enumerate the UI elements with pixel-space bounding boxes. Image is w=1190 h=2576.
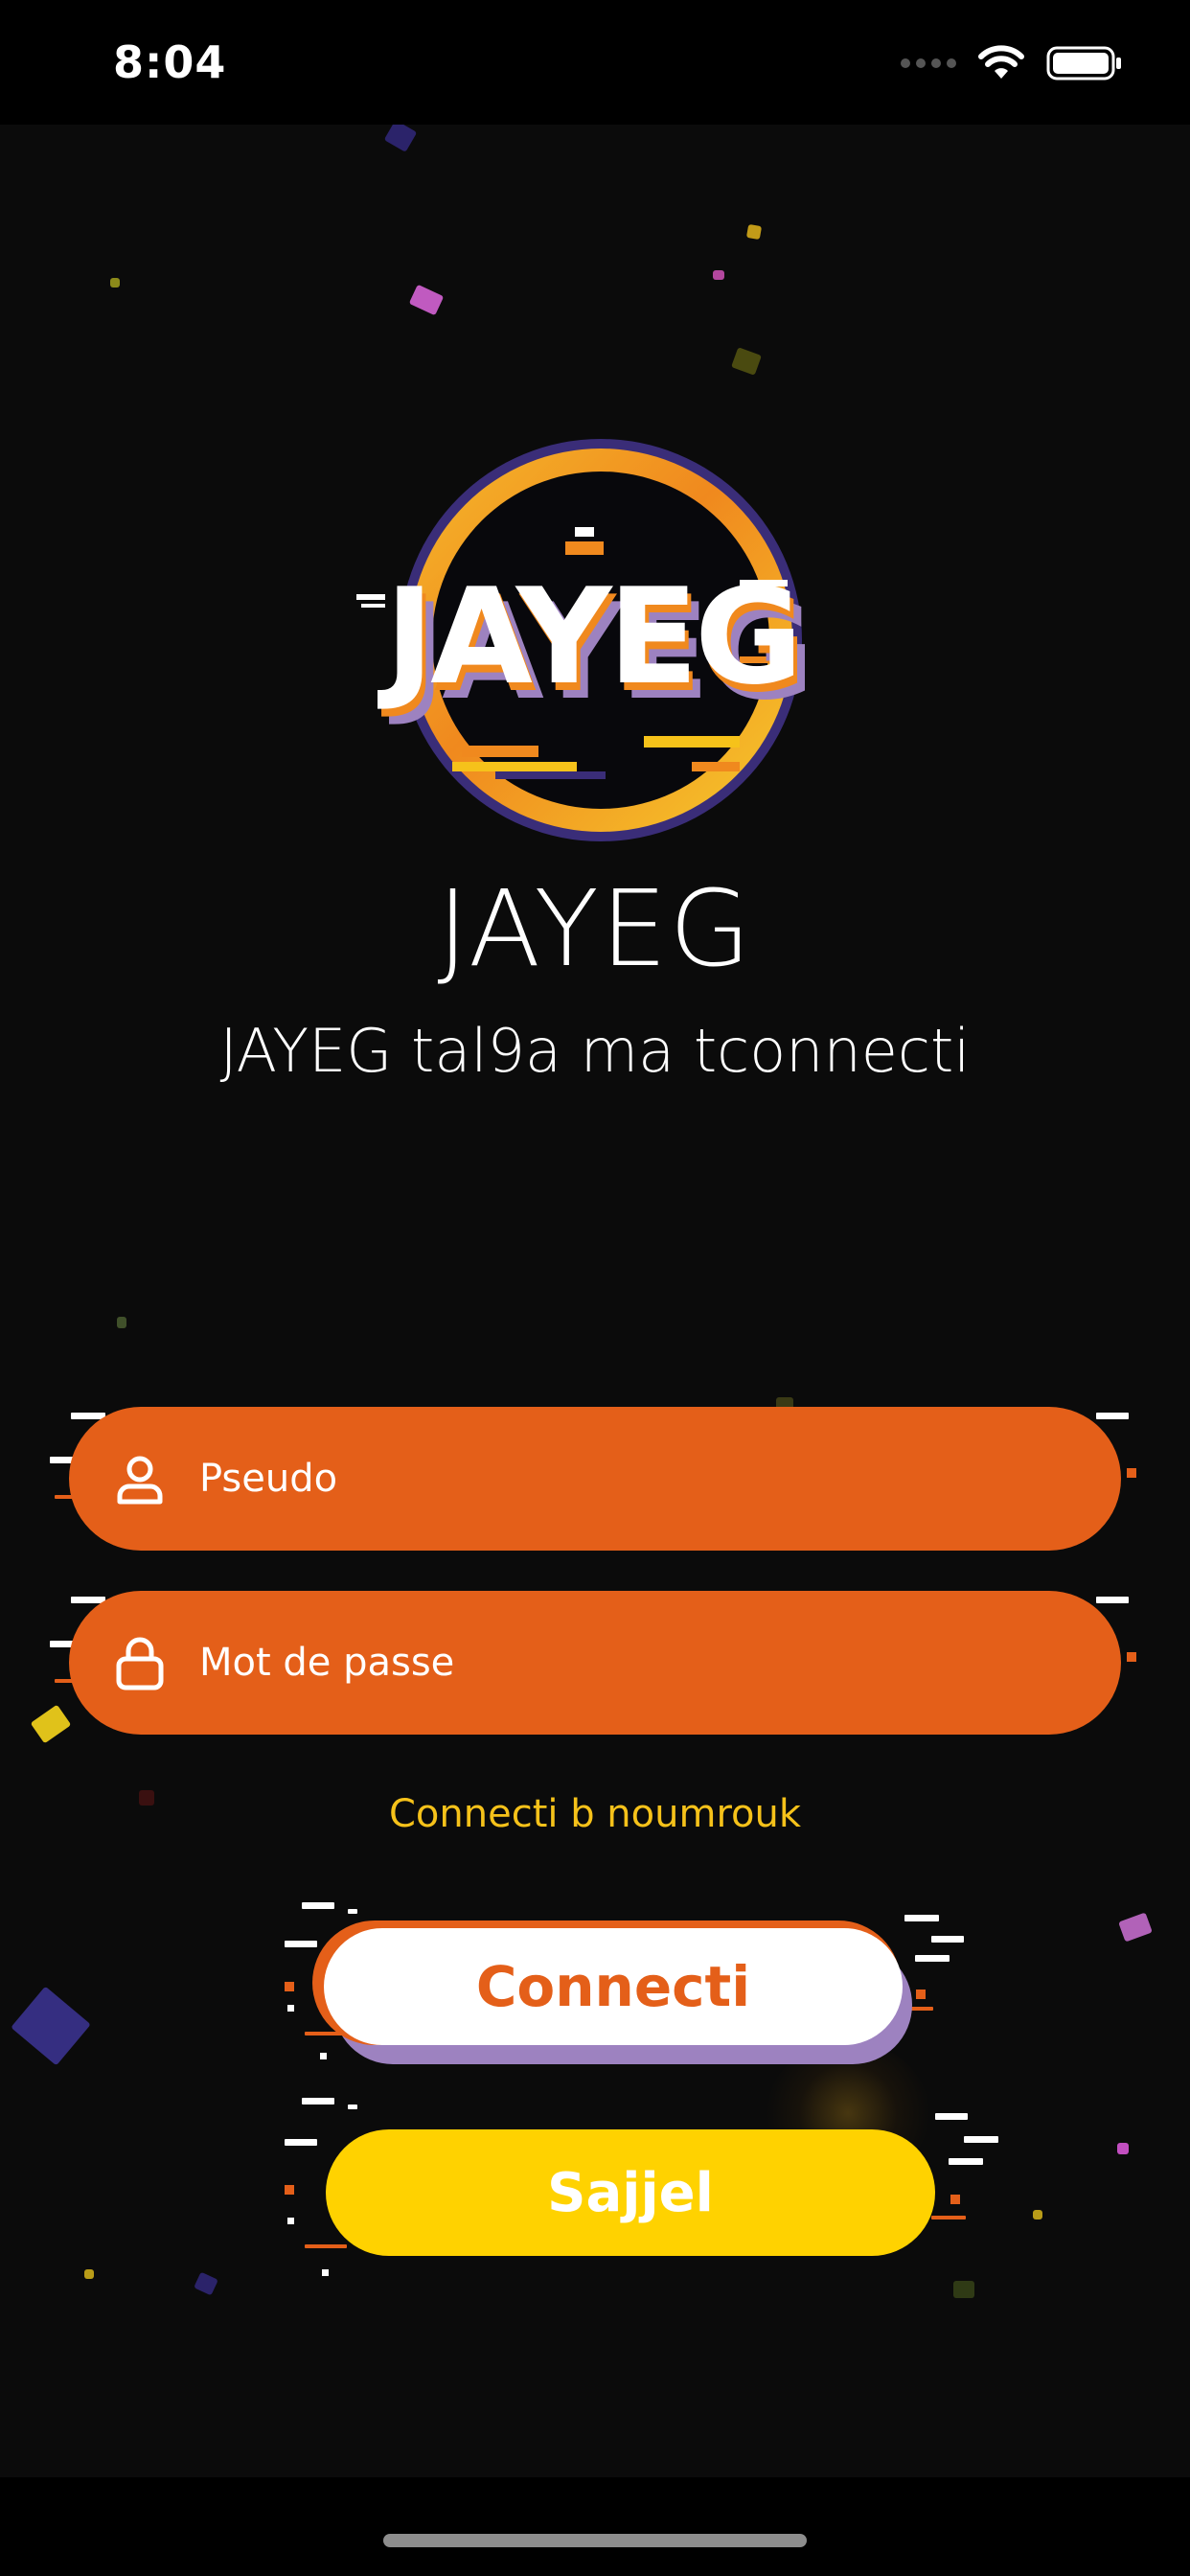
decoration-dash (931, 1936, 964, 1943)
confetti-piece (383, 125, 418, 152)
confetti-piece (408, 284, 445, 316)
confetti-piece (1117, 2143, 1129, 2154)
app-title: JAYEG (437, 867, 753, 990)
decoration-dash (1096, 1413, 1129, 1419)
decoration-dot (1127, 1652, 1136, 1662)
lock-icon (111, 1634, 169, 1691)
confetti-piece (110, 278, 120, 288)
decoration-dot (322, 2269, 329, 2276)
home-indicator[interactable] (383, 2534, 807, 2547)
decoration-dash (348, 1909, 357, 1914)
decoration-dot (287, 2218, 294, 2224)
decoration-dash (964, 2136, 998, 2143)
confetti-piece (1033, 2210, 1042, 2220)
status-bar: 8:04 (0, 0, 1190, 125)
decoration-dash (348, 2104, 357, 2109)
confetti-piece (11, 1986, 91, 2066)
register-button[interactable]: Sajjel (326, 2129, 935, 2256)
decoration-dot (287, 2005, 294, 2012)
decoration-dash (1096, 1597, 1129, 1603)
decoration-dot (285, 1982, 294, 1991)
decoration-dash (931, 2216, 966, 2220)
decoration-dot (320, 2053, 327, 2059)
username-field[interactable] (69, 1407, 1121, 1551)
bottom-bar (0, 2477, 1190, 2576)
battery-icon (1046, 46, 1121, 80)
confetti-piece (30, 1704, 72, 1744)
decoration-dash (305, 2244, 347, 2248)
decoration-dot (950, 2195, 960, 2204)
decoration-dash (904, 1915, 939, 1921)
jayeg-logo: JAYEG JAYEG JAYEG (356, 439, 814, 841)
status-time: 8:04 (113, 36, 227, 88)
password-input[interactable] (197, 1640, 1121, 1686)
decoration-dash (302, 1902, 334, 1909)
confetti-piece (713, 270, 724, 280)
decoration-dash (949, 2158, 983, 2165)
decoration-dot (285, 2185, 294, 2195)
login-button[interactable]: Connecti (324, 1928, 903, 2045)
confetti-piece (84, 2269, 94, 2279)
confetti-piece (194, 2271, 218, 2296)
username-input[interactable] (197, 1456, 1121, 1502)
decoration-dot (916, 1990, 926, 1999)
decoration-dot (1127, 1468, 1136, 1478)
confetti-piece (1118, 1912, 1153, 1943)
confetti-piece (745, 223, 763, 241)
svg-text:JAYEG: JAYEG (378, 560, 799, 714)
password-field[interactable] (69, 1591, 1121, 1735)
decoration-dash (935, 2113, 968, 2120)
signal-icon (901, 58, 956, 68)
decoration-dash (915, 1955, 950, 1962)
confetti-piece (731, 347, 762, 376)
decoration-dash (285, 1941, 317, 1947)
confetti-piece (953, 2281, 974, 2298)
wifi-icon (978, 45, 1024, 79)
decoration-dash (302, 2098, 334, 2104)
phone-login-link[interactable]: Connecti b noumrouk (0, 1792, 1190, 1836)
confetti-piece (117, 1317, 126, 1328)
user-icon (111, 1450, 169, 1507)
decoration-dash (285, 2139, 317, 2146)
status-icons (901, 44, 1123, 82)
app-tagline: JAYEG tal9a ma tconnecti (219, 1016, 971, 1086)
